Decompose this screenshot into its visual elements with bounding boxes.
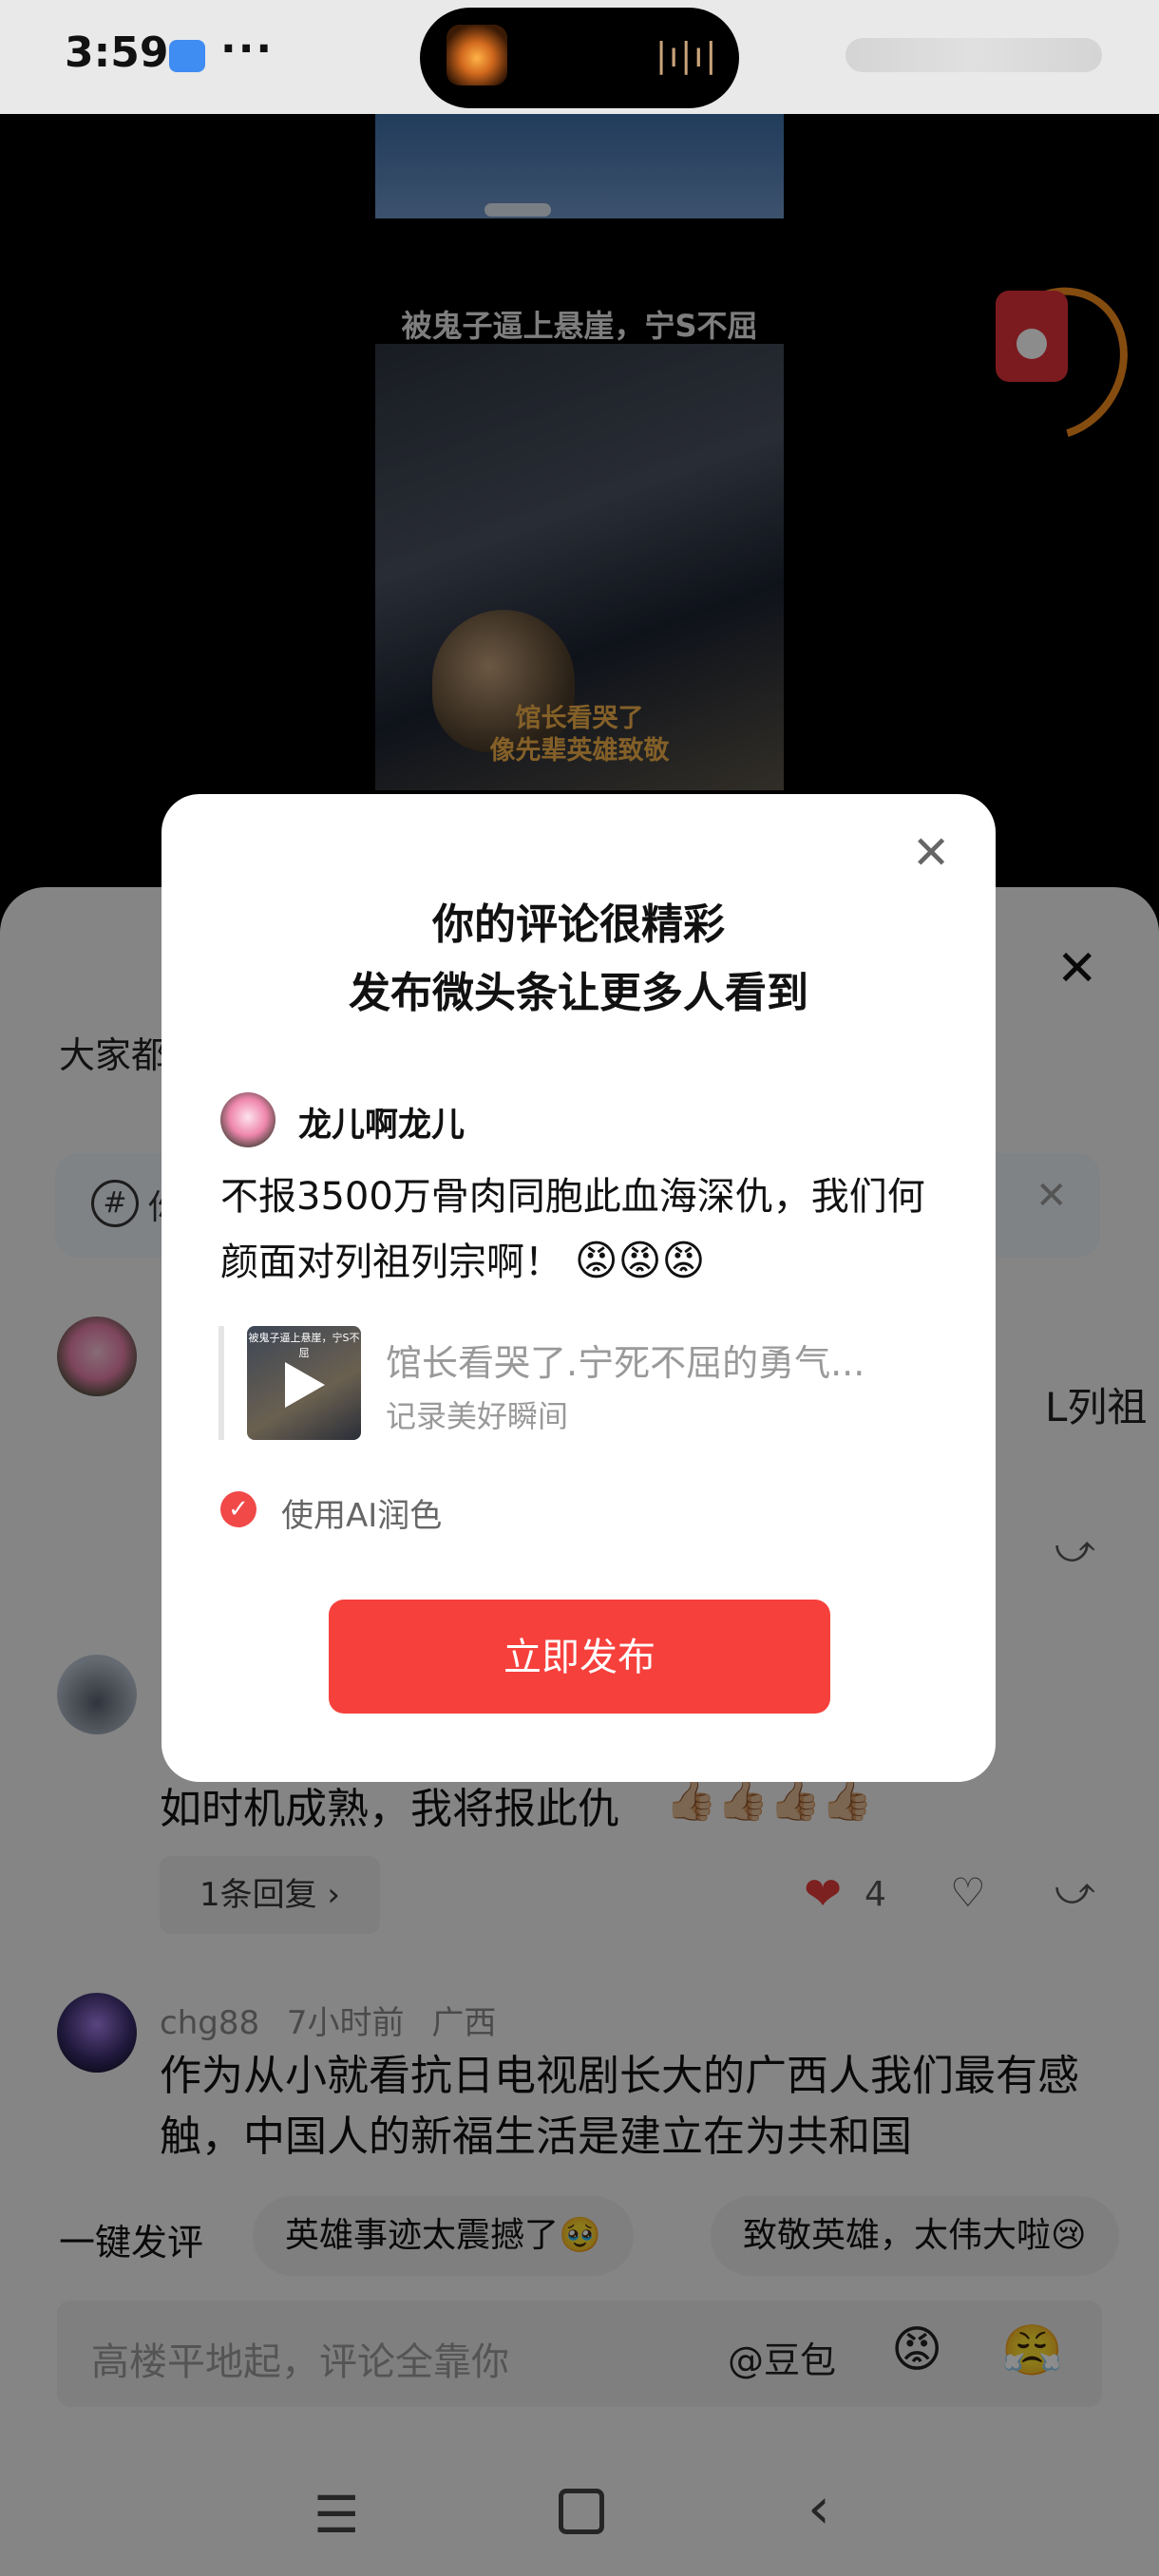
dialog-close-icon[interactable]: ✕ [912, 830, 950, 876]
user-name: 龙儿啊龙儿 [298, 1107, 466, 1145]
quoted-video-title: 馆长看哭了.宁死不屈的勇气... [386, 1342, 865, 1384]
quote-divider [218, 1326, 224, 1440]
more-notifications-icon: ··· [220, 25, 275, 73]
status-time: 3:59 [65, 28, 169, 77]
thumbnail-caption: 被鬼子逼上悬崖，宁S不屈 [248, 1332, 360, 1359]
ai-polish-label[interactable]: 使用AI润色 [281, 1489, 442, 1536]
quoted-video-subtitle: 记录美好瞬间 [386, 1398, 569, 1434]
quoted-video-thumbnail[interactable]: 被鬼子逼上悬崖，宁S不屈 [247, 1326, 361, 1440]
dialog-title: 你的评论很精彩 发布微头条让更多人看到 [162, 891, 996, 1028]
ai-polish-checkbox[interactable]: ✓ [220, 1491, 256, 1527]
dialog-title-line2: 发布微头条让更多人看到 [349, 969, 808, 1017]
dialog-title-line1: 你的评论很精彩 [432, 900, 725, 949]
island-media-thumbnail [446, 25, 507, 85]
dialog-comment-text: 不报3500万骨肉同胞此血海深仇，我们何颜面对列祖列宗啊！ [220, 1175, 925, 1284]
publish-now-button[interactable]: 立即发布 [329, 1600, 830, 1714]
audio-wave-icon: |ı|ı| [656, 36, 719, 75]
status-indicators [846, 38, 1102, 72]
angry-emoji-icon: 😡😡😡 [574, 1237, 706, 1285]
dialog-comment: 不报3500万骨肉同胞此血海深仇，我们何颜面对列祖列宗啊！ 😡😡😡 [220, 1165, 942, 1295]
play-icon [285, 1362, 325, 1408]
app-notification-icon [169, 40, 205, 72]
avatar [220, 1092, 276, 1147]
